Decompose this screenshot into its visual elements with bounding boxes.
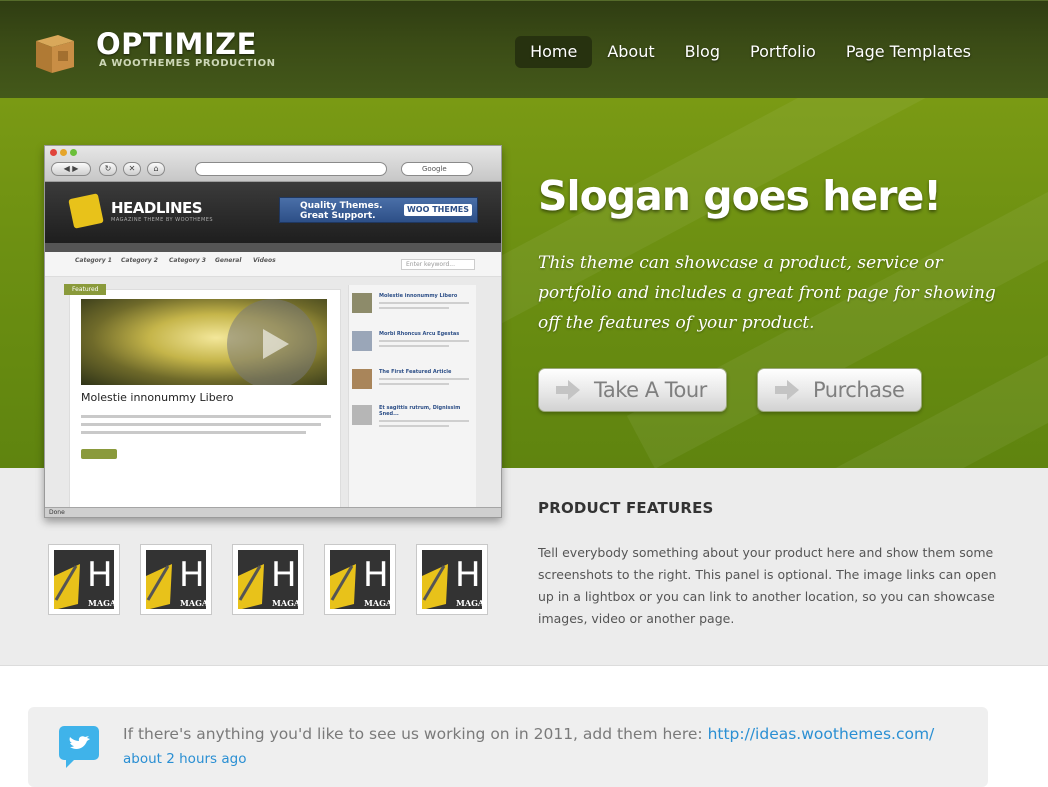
thumbnail-letter: H xyxy=(363,555,389,595)
nav-about[interactable]: About xyxy=(592,36,669,68)
mock-sidebar: Molestie innonummy Libero Morbi Rhoncus … xyxy=(348,285,476,509)
twitter-panel: If there's anything you'd like to see us… xyxy=(28,707,988,787)
address-bar xyxy=(195,162,387,176)
take-a-tour-button[interactable]: Take A Tour xyxy=(538,368,727,412)
logo-subtitle: A WOOTHEMES PRODUCTION xyxy=(99,58,276,69)
features-body: Tell everybody something about your prod… xyxy=(538,545,997,626)
mock-category: General xyxy=(215,257,242,264)
mock-category: Videos xyxy=(253,257,276,264)
thumbnail-letter: H xyxy=(271,555,297,595)
sidebar-post: Morbi Rhoncus Arcu Egestas xyxy=(352,331,474,359)
sidebar-post: Molestie innonummy Libero xyxy=(352,293,474,321)
thumbnail-image: H MAGA xyxy=(238,550,298,609)
nav-home[interactable]: Home xyxy=(515,36,593,68)
tweet-timestamp[interactable]: about 2 hours ago xyxy=(123,751,246,767)
sidebar-post: Et sagittis rutrum, Dignissim Sned... xyxy=(352,405,474,433)
main-nav: Home About Blog Portfolio Page Templates xyxy=(515,36,986,68)
sidebar-thumb xyxy=(352,405,372,425)
screenshot-thumbnail[interactable]: H MAGA xyxy=(416,544,488,615)
mock-site-header: HEADLINES MAGAZINE THEME BY WOOTHEMES Qu… xyxy=(45,182,501,243)
screenshot-thumbnail[interactable]: H MAGA xyxy=(48,544,120,615)
features-heading: PRODUCT FEATURES xyxy=(538,499,714,517)
mock-site-tagline: MAGAZINE THEME BY WOOTHEMES xyxy=(111,217,214,223)
read-more-button xyxy=(81,449,117,459)
sidebar-post: The First Featured Article xyxy=(352,369,474,397)
sidebar-post-title: Morbi Rhoncus Arcu Egestas xyxy=(379,331,460,337)
site-header: OPTIMIZE A WOOTHEMES PRODUCTION Home Abo… xyxy=(0,0,1048,98)
headlines-logo-icon xyxy=(68,193,104,229)
banner-brand: WOO THEMES xyxy=(403,204,472,216)
take-a-tour-label: Take A Tour xyxy=(594,378,707,402)
thumbnail-caption: MAGA xyxy=(456,598,482,608)
close-dot-icon xyxy=(50,149,57,156)
browser-status-bar: Done xyxy=(45,507,501,517)
back-forward-icon: ◀ ▶ xyxy=(51,162,91,176)
tweet: If there's anything you'd like to see us… xyxy=(123,722,963,771)
featured-photo xyxy=(81,299,327,385)
featured-excerpt xyxy=(81,415,331,439)
screenshot-thumbnail[interactable]: H MAGA xyxy=(232,544,304,615)
mock-ad-banner: Quality Themes. Great Support. WOO THEME… xyxy=(279,197,478,223)
nav-blog[interactable]: Blog xyxy=(670,36,735,68)
mock-search-box: Enter keyword... xyxy=(401,259,475,270)
product-screenshot[interactable]: ◀ ▶ ↻ ✕ ⌂ Google HEADLINES MAGAZINE THEM… xyxy=(44,145,502,518)
thumbnail-caption: MAGA xyxy=(364,598,390,608)
hero-slogan: Slogan goes here! xyxy=(538,172,942,220)
reload-icon: ↻ xyxy=(99,162,117,176)
purchase-button[interactable]: Purchase xyxy=(757,368,922,412)
arrow-right-icon xyxy=(775,380,799,400)
screenshot-thumbnail[interactable]: H MAGA xyxy=(324,544,396,615)
play-icon xyxy=(227,299,317,385)
mock-nav xyxy=(45,243,501,252)
browser-toolbar: ◀ ▶ ↻ ✕ ⌂ Google xyxy=(45,146,501,182)
mock-featured-post: Featured Molestie innonummy Libero xyxy=(64,284,341,509)
sidebar-post-title: Et sagittis rutrum, Dignissim Sned... xyxy=(379,405,461,417)
mock-category: Category 1 xyxy=(75,257,112,264)
featured-title: Molestie innonummy Libero xyxy=(81,391,234,404)
stop-icon: ✕ xyxy=(123,162,141,176)
mock-site-title: HEADLINES xyxy=(111,199,203,217)
thumbnail-image: H MAGA xyxy=(330,550,390,609)
screenshot-thumbnail[interactable]: H MAGA xyxy=(140,544,212,615)
nav-page-templates[interactable]: Page Templates xyxy=(831,36,986,68)
tweet-text: If there's anything you'd like to see us… xyxy=(123,725,708,743)
thumbnail-image: H MAGA xyxy=(54,550,114,609)
nav-portfolio[interactable]: Portfolio xyxy=(735,36,831,68)
featured-tag: Featured xyxy=(64,284,107,295)
mock-categories: Category 1 Category 2 Category 3 General… xyxy=(45,252,501,277)
thumbnail-caption: MAGA xyxy=(88,598,114,608)
thumbnail-letter: H xyxy=(87,555,113,595)
sidebar-thumb xyxy=(352,369,372,389)
browser-search: Google xyxy=(401,162,473,176)
thumbnail-letter: H xyxy=(455,555,481,595)
sidebar-thumb xyxy=(352,293,372,313)
thumbnail-caption: MAGA xyxy=(272,598,298,608)
minimize-dot-icon xyxy=(60,149,67,156)
browser-page: HEADLINES MAGAZINE THEME BY WOOTHEMES Qu… xyxy=(45,182,501,509)
sidebar-post-title: The First Featured Article xyxy=(379,369,452,375)
thumbnail-caption: MAGA xyxy=(180,598,206,608)
logo-title[interactable]: OPTIMIZE xyxy=(96,27,257,61)
sidebar-thumb xyxy=(352,331,372,351)
thumbnail-image: H MAGA xyxy=(422,550,482,609)
thumbnail-letter: H xyxy=(179,555,205,595)
purchase-label: Purchase xyxy=(813,378,905,402)
tweet-link[interactable]: http://ideas.woothemes.com/ xyxy=(708,725,935,743)
home-icon: ⌂ xyxy=(147,162,165,176)
zoom-dot-icon xyxy=(70,149,77,156)
mock-category: Category 2 xyxy=(121,257,158,264)
thumbnail-image: H MAGA xyxy=(146,550,206,609)
mock-category: Category 3 xyxy=(169,257,206,264)
twitter-bird-icon[interactable] xyxy=(58,725,102,769)
hero-description: This theme can showcase a product, servi… xyxy=(538,253,996,333)
box-logo-icon[interactable] xyxy=(32,29,78,75)
sidebar-post-title: Molestie innonummy Libero xyxy=(379,293,458,299)
arrow-right-icon xyxy=(556,380,580,400)
